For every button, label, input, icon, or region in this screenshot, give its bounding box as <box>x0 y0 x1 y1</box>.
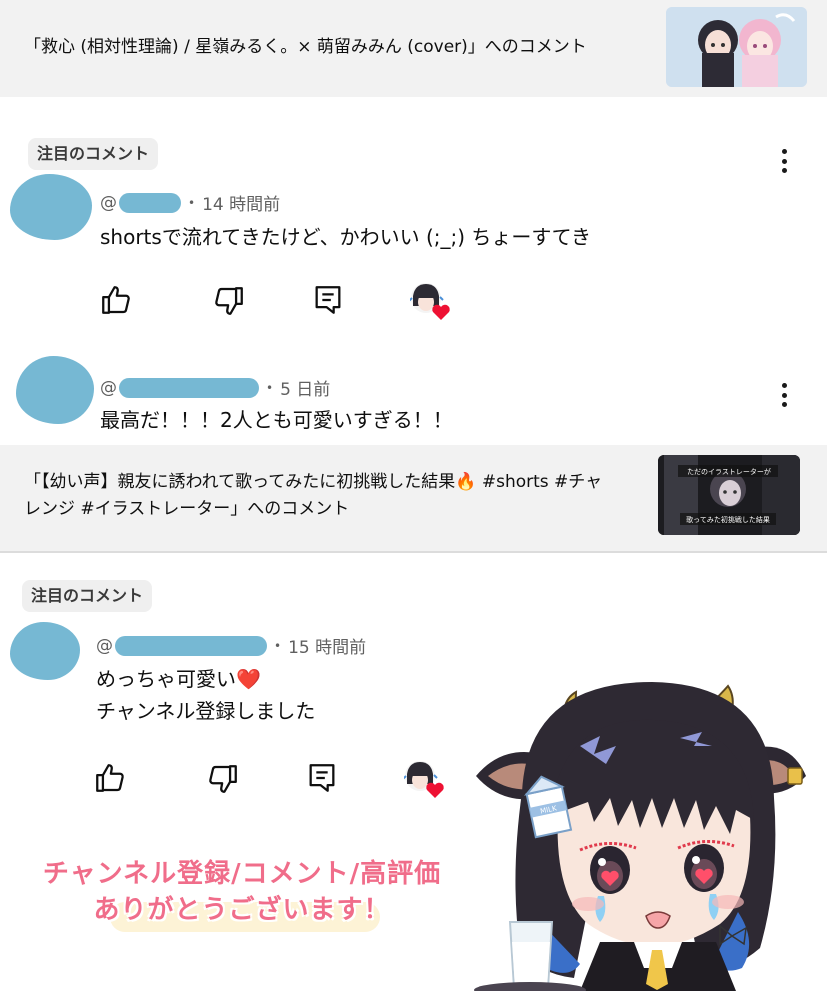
dislike-button[interactable] <box>212 284 246 318</box>
author-name-redacted[interactable] <box>119 377 259 398</box>
featured-comment-badge: 注目のコメント <box>28 138 159 170</box>
author-name-redacted[interactable] <box>119 192 181 213</box>
like-button[interactable] <box>93 761 127 795</box>
mascot-illustration: MILK <box>470 672 815 991</box>
comment-time: 5 日前 <box>280 380 331 400</box>
more-vert-icon[interactable] <box>774 380 794 410</box>
thumb-down-icon <box>209 765 237 793</box>
author-at: @ <box>100 377 117 398</box>
thumb-caption-bottom: 歌ってみた初挑戦した結果 <box>686 515 770 524</box>
dislike-button[interactable] <box>206 762 240 796</box>
creator-heart-icon <box>408 282 450 320</box>
video-thumbnail[interactable]: ただのイラストレーターが 歌ってみた初挑戦した結果 <box>658 455 800 535</box>
comment-meta: @ • 14 時間前 <box>100 190 280 215</box>
like-button[interactable] <box>99 283 133 317</box>
avatar[interactable] <box>10 622 80 680</box>
comment-meta: @ • 15 時間前 <box>96 633 366 658</box>
comment-time: 14 時間前 <box>202 195 281 215</box>
video-header-2[interactable]: 「【幼い声】親友に誘われて歌ってみたに初挑戦した結果🔥 #shorts #チャ … <box>0 445 827 551</box>
creator-heart-icon <box>402 760 444 798</box>
reply-icon <box>315 286 341 314</box>
video-header-1[interactable]: 「救心 (相対性理論) / 星嶺みるく。× 萌留みみん (cover)」へのコメ… <box>0 0 827 97</box>
author-at: @ <box>96 635 113 656</box>
thumb-caption-top: ただのイラストレーターが <box>687 467 771 476</box>
author-name-redacted[interactable] <box>115 635 267 656</box>
promo-text: チャンネル登録/コメント/高評価 ありがとうございます！ <box>42 859 442 925</box>
reply-button[interactable] <box>305 761 339 795</box>
reply-button[interactable] <box>311 283 345 317</box>
thumb-up-icon <box>102 286 130 314</box>
divider <box>0 551 827 553</box>
comment-text: shortsで流れてきたけど、かわいい (;_;) ちょーすてき <box>100 225 592 249</box>
avatar[interactable] <box>16 356 94 424</box>
video-title: 「【幼い声】親友に誘われて歌ってみたに初挑戦した結果🔥 #shorts #チャ … <box>24 472 603 519</box>
more-vert-icon[interactable] <box>774 146 794 176</box>
comment-time: 15 時間前 <box>288 638 367 658</box>
thumb-down-icon <box>215 287 243 315</box>
avatar[interactable] <box>10 174 92 240</box>
comment-text: めっちゃ可愛い❤️ チャンネル登録しました <box>96 667 316 723</box>
comment-meta: @ • 5 日前 <box>100 375 330 400</box>
thumb-up-icon <box>96 764 124 792</box>
video-thumbnail[interactable] <box>666 7 807 87</box>
reply-icon <box>309 764 335 792</box>
comment-text: 最高だ！！！2人とも可愛いすぎる！！ <box>100 408 453 432</box>
video-title: 「救心 (相対性理論) / 星嶺みるく。× 萌留みみん (cover)」へのコメ… <box>24 37 587 57</box>
author-at: @ <box>100 192 117 213</box>
featured-comment-badge: 注目のコメント <box>22 580 153 612</box>
